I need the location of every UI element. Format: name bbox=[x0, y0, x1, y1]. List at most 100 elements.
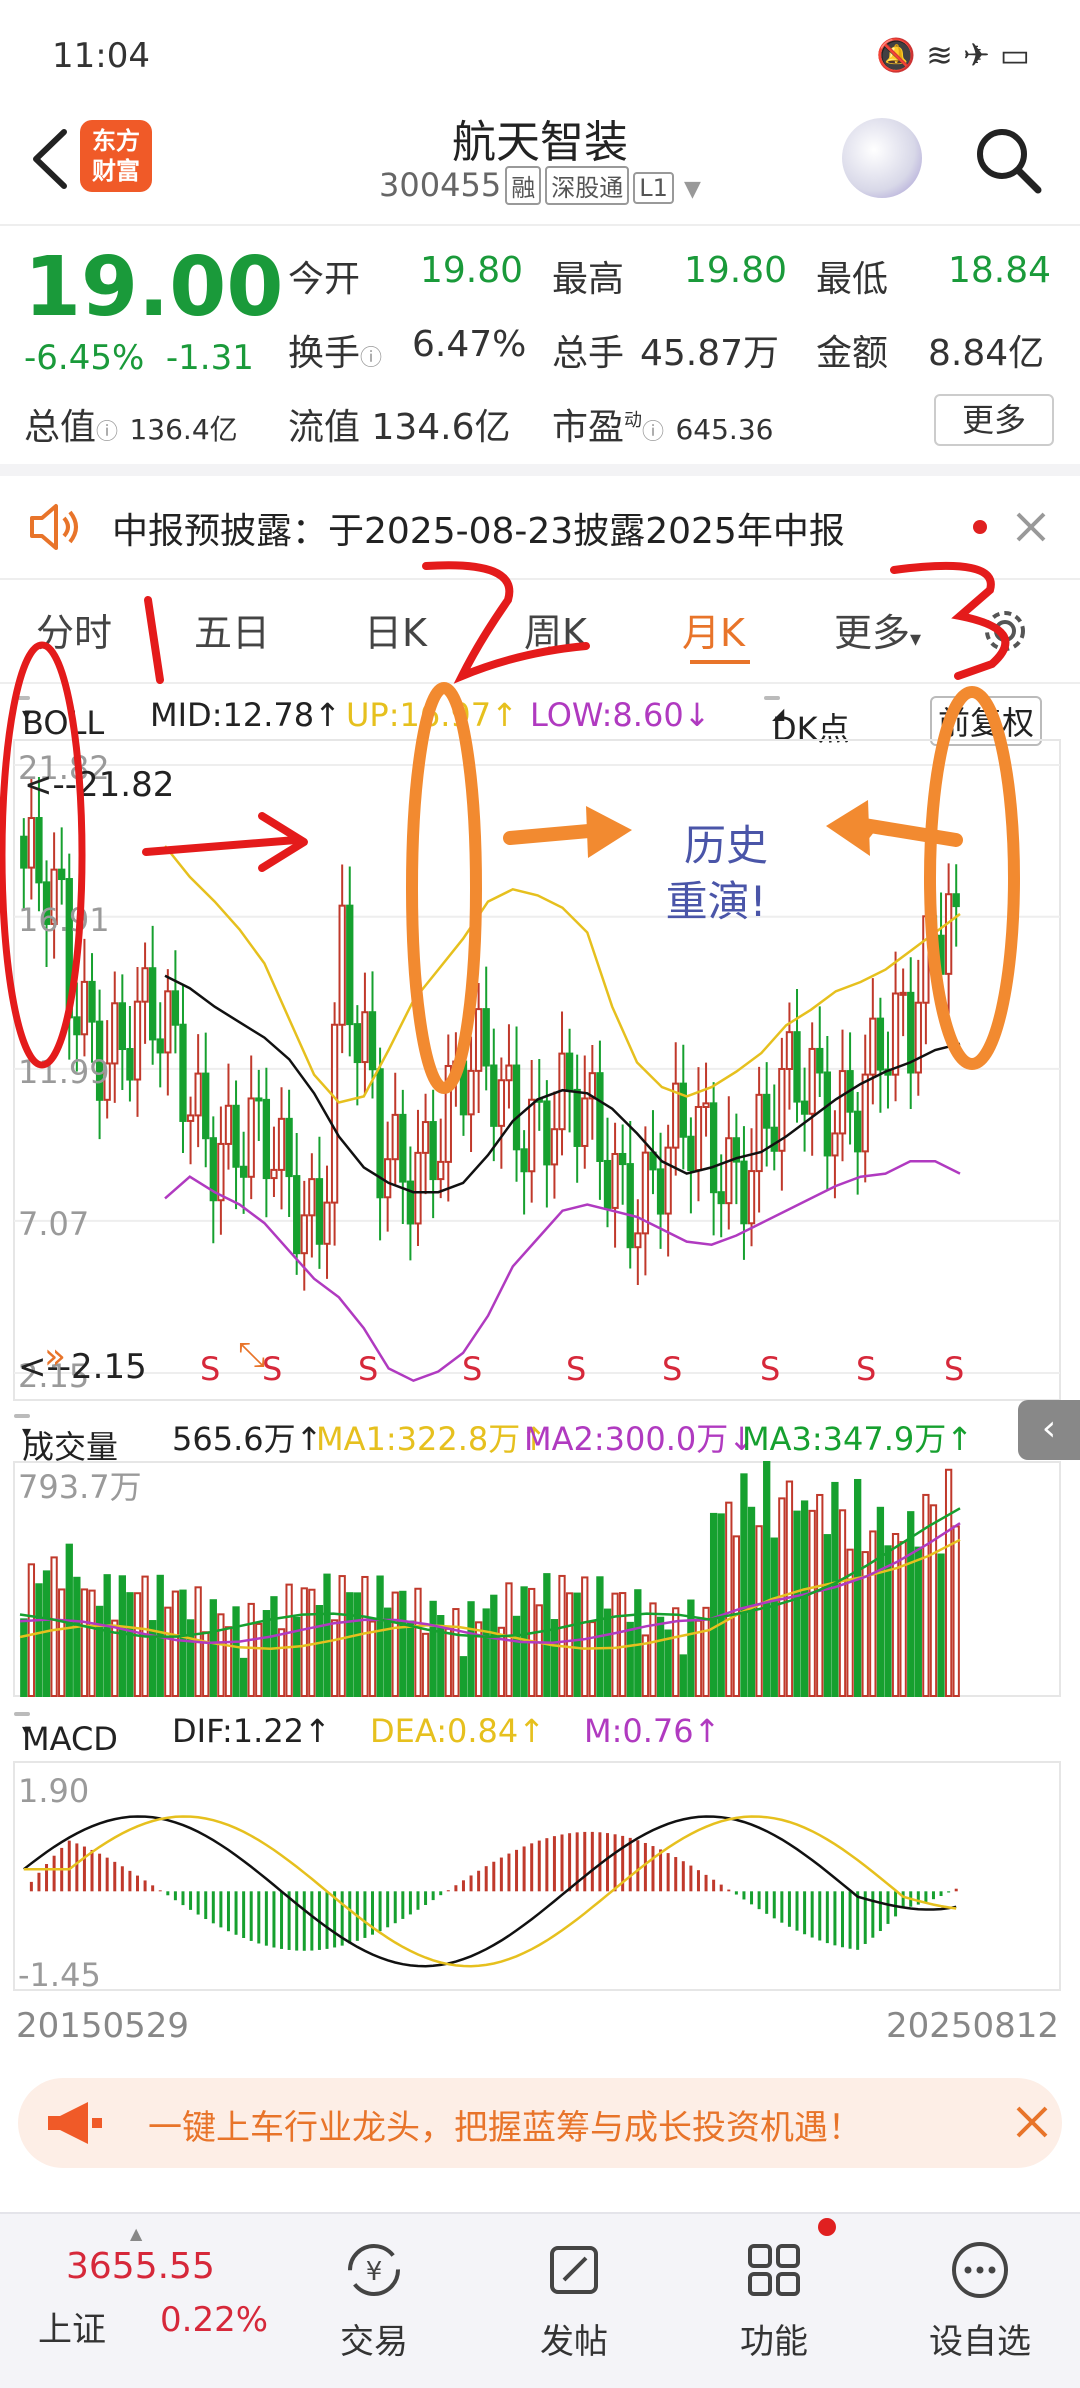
candle bbox=[20, 818, 28, 911]
expand-left-icon: » bbox=[44, 1336, 66, 1377]
annotation-text-line1: 历史 bbox=[684, 821, 768, 870]
candle bbox=[293, 1133, 301, 1275]
candle bbox=[778, 1037, 786, 1191]
candle-body bbox=[581, 1097, 589, 1147]
megaphone-icon bbox=[48, 2102, 102, 2144]
candle bbox=[429, 1089, 437, 1219]
volume-max-label: 793.7万 bbox=[18, 1468, 142, 1506]
grid-icon bbox=[748, 2244, 800, 2296]
candle bbox=[952, 864, 960, 947]
candle bbox=[914, 959, 922, 1096]
annotation-orange-arrowhead-right bbox=[586, 806, 632, 858]
candle-body bbox=[854, 1110, 862, 1153]
volume-bar bbox=[869, 1530, 877, 1697]
candle-body bbox=[831, 1132, 839, 1157]
candle-body bbox=[126, 1048, 134, 1081]
candle bbox=[156, 1002, 164, 1088]
nav-post[interactable]: 发帖 bbox=[504, 2238, 644, 2363]
candle-body bbox=[338, 904, 346, 1026]
volume-bar bbox=[543, 1573, 551, 1698]
macd-dea: DEA:0.84↑ bbox=[370, 1712, 546, 1750]
caret-up-icon: ▲ bbox=[130, 2224, 143, 2243]
candle-body bbox=[141, 967, 149, 1003]
volume-bar bbox=[406, 1620, 415, 1698]
y-tick-label: 7.07 bbox=[18, 1205, 89, 1243]
annotation-number-2 bbox=[422, 561, 590, 684]
candle bbox=[467, 1036, 475, 1152]
candle bbox=[520, 1130, 528, 1215]
volume-bar bbox=[429, 1600, 437, 1697]
volume-bar bbox=[376, 1575, 384, 1697]
volume-bar bbox=[399, 1590, 407, 1698]
candle-body bbox=[58, 868, 66, 881]
macd-dif-line bbox=[23, 1815, 957, 1968]
candle-body bbox=[194, 1072, 202, 1117]
volume-bar bbox=[770, 1537, 778, 1698]
end-date: 20250812 bbox=[886, 2006, 1060, 2046]
nav-add-watchlist[interactable]: 设自选 bbox=[910, 2238, 1050, 2363]
candle bbox=[444, 1034, 452, 1202]
candle-body bbox=[816, 1047, 824, 1074]
volume-bar bbox=[611, 1592, 619, 1697]
candle bbox=[899, 968, 907, 1037]
index-value[interactable]: 3655.55 bbox=[66, 2246, 215, 2287]
candle-body bbox=[785, 1031, 794, 1070]
macd-selector[interactable]: MACD ▾ bbox=[14, 1712, 118, 1758]
candle bbox=[543, 1080, 551, 1208]
candle-body bbox=[565, 1052, 574, 1091]
volume-bar bbox=[944, 1468, 953, 1697]
volume-bar bbox=[247, 1602, 255, 1697]
candle bbox=[558, 1011, 566, 1156]
volume-selector[interactable]: 成交量 ▾ bbox=[14, 1414, 118, 1466]
promo-banner[interactable]: 一键上车行业龙头，把握蓝筹与成长投资机遇！ bbox=[18, 2078, 1062, 2168]
candle bbox=[209, 1116, 217, 1244]
volume-bar bbox=[361, 1575, 369, 1698]
candle bbox=[50, 832, 58, 959]
volume-bar bbox=[512, 1615, 521, 1698]
index-name[interactable]: 上证 bbox=[38, 2302, 106, 2351]
close-icon[interactable] bbox=[1002, 2092, 1062, 2152]
nav-trade[interactable]: ¥ 交易 bbox=[304, 2238, 444, 2363]
volume-bar bbox=[937, 1553, 945, 1697]
volume-bar bbox=[73, 1576, 81, 1698]
nav-functions[interactable]: 功能 bbox=[704, 2238, 844, 2363]
collapse-panel-button[interactable]: ‹ bbox=[1018, 1400, 1080, 1460]
candle bbox=[171, 950, 180, 1054]
s-signal-marker: S bbox=[662, 1350, 682, 1388]
candle-body bbox=[596, 1072, 604, 1162]
candle-body bbox=[361, 1011, 369, 1064]
candle bbox=[338, 864, 346, 1054]
volume-bar bbox=[255, 1622, 263, 1698]
annotation-orange-ellipse-right bbox=[924, 686, 1020, 1070]
volume-bar bbox=[103, 1574, 111, 1697]
volume-bar bbox=[535, 1604, 543, 1698]
volume-ma2: MA2:300.0万↓ bbox=[524, 1420, 756, 1458]
candle-body bbox=[186, 1114, 195, 1122]
candle bbox=[186, 1096, 195, 1165]
candle-body bbox=[406, 1180, 415, 1225]
volume-bar bbox=[952, 1525, 960, 1697]
candle-body bbox=[285, 1117, 293, 1178]
candle bbox=[505, 1024, 513, 1109]
candle bbox=[118, 974, 126, 1091]
candle-body bbox=[346, 904, 354, 1026]
index-change[interactable]: 0.22% bbox=[160, 2300, 268, 2340]
candle bbox=[755, 1066, 763, 1213]
candle bbox=[376, 1047, 384, 1241]
volume-bar bbox=[452, 1608, 460, 1698]
candle bbox=[353, 1005, 361, 1106]
candle bbox=[421, 1093, 430, 1195]
candle bbox=[414, 1109, 422, 1247]
candle-body bbox=[717, 1191, 725, 1205]
functions-badge-dot bbox=[818, 2218, 836, 2236]
candle bbox=[262, 1067, 271, 1218]
candle-body bbox=[73, 1016, 81, 1036]
candle-body bbox=[270, 1168, 278, 1180]
candle-body bbox=[808, 1047, 816, 1115]
candle-body bbox=[793, 1031, 801, 1103]
candle-body bbox=[770, 1126, 778, 1152]
candle bbox=[111, 971, 119, 1103]
volume-bar bbox=[88, 1589, 96, 1697]
candle-body bbox=[543, 1100, 551, 1166]
candle-body bbox=[247, 1097, 255, 1178]
